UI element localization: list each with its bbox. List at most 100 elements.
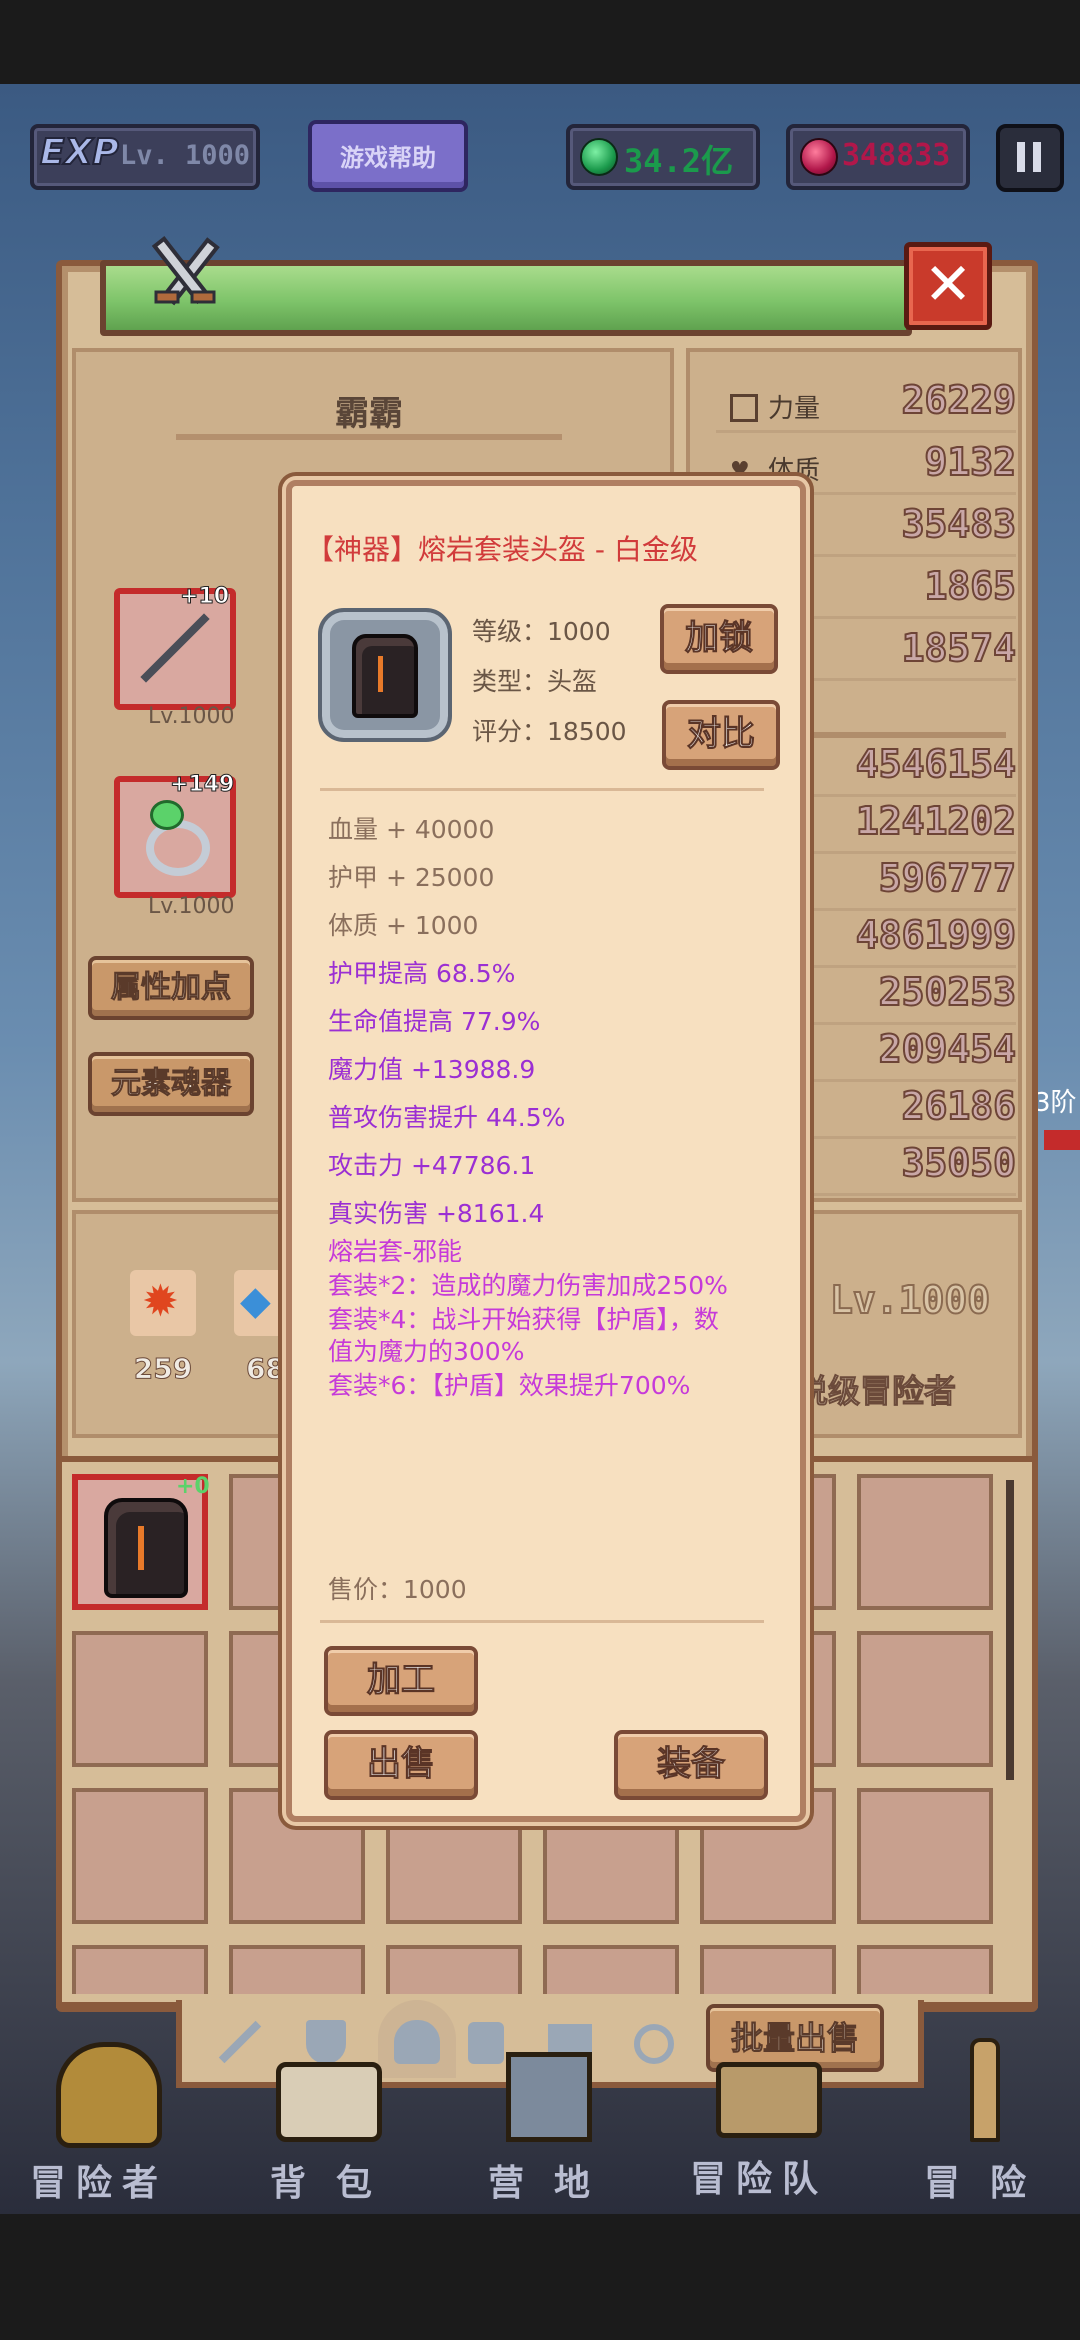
stat-value: 1241202 [855, 798, 1017, 844]
nav-team[interactable]: 冒险队 [680, 2032, 850, 2212]
inventory-slot[interactable] [72, 1788, 208, 1924]
gem-amount: 34.2亿 [624, 142, 734, 180]
ruby-icon [800, 138, 838, 176]
base-attr: 护甲 + 25000 [328, 863, 495, 892]
inventory-slot[interactable] [543, 1945, 679, 1994]
item-type: 类型：头盔 [472, 667, 598, 696]
sword-icon [140, 613, 210, 683]
bonus-attr: 真实伤害 +8161.4 [328, 1199, 545, 1228]
close-button[interactable]: ✕ [904, 242, 992, 330]
bottom-nav: 冒险者 背包 营地 冒险队 冒险 [0, 2002, 1080, 2214]
stat-value: 26229 [901, 377, 1017, 423]
weapon-level: Lv.1000 [148, 704, 235, 729]
set-bonus: 值为魔力的300% [328, 1337, 525, 1366]
close-icon: ✕ [923, 250, 973, 318]
ruby-amount: 348833 [842, 138, 951, 173]
fire-element-icon: ✹ [130, 1270, 196, 1336]
set-bonus: 套装*2：造成的魔力伤害加成250% [328, 1271, 728, 1300]
stat-row: 力量 26229 [716, 377, 1017, 433]
level-display: EXP Lv. 1000 [30, 124, 260, 190]
lock-button[interactable]: 加锁 [660, 604, 778, 674]
ring-icon [146, 820, 210, 876]
item-level: 等级：1000 [472, 617, 611, 646]
set-bonus: 套装*4：战斗开始获得【护盾】，数 [328, 1305, 719, 1334]
stat-value: 9132 [923, 439, 1017, 485]
side-tag: 3阶 [1034, 1088, 1077, 1118]
ring-badge: +149 [169, 772, 235, 798]
inventory-slot[interactable] [386, 1945, 522, 1994]
stat-value: 209454 [878, 1026, 1017, 1072]
process-button[interactable]: 加工 [324, 1646, 478, 1716]
item-price: 售价：1000 [328, 1575, 467, 1604]
item-title: 【神器】熔岩套装头盔 - 白金级 [306, 528, 786, 568]
exp-badge: EXP [39, 131, 120, 174]
ring-level: Lv.1000 [148, 894, 235, 919]
inventory-item-badge: +0 [176, 1474, 210, 1499]
inventory-slot[interactable] [72, 1631, 208, 1767]
emerald-icon [580, 138, 618, 176]
fire-icon: ✹ [142, 1276, 179, 1327]
item-icon-frame [318, 608, 452, 742]
gem-counter: 34.2亿 [566, 124, 760, 190]
stat-value: 4861999 [855, 912, 1017, 958]
base-attr: 血量 + 40000 [328, 815, 495, 844]
stat-value: 250253 [878, 969, 1017, 1015]
element-soul-button[interactable]: 元素魂器 [88, 1052, 254, 1116]
water-icon: ◆ [240, 1278, 271, 1324]
inventory-slot[interactable] [857, 1631, 993, 1767]
attribute-points-button[interactable]: 属性加点 [88, 956, 254, 1020]
help-button[interactable]: 游戏帮助 [308, 120, 468, 192]
inventory-slot[interactable] [857, 1788, 993, 1924]
inventory-slot[interactable] [857, 1474, 993, 1610]
inventory-slot[interactable] [229, 1945, 365, 1994]
nav-backpack[interactable]: 背包 [240, 2032, 410, 2212]
inventory-slot[interactable] [700, 1945, 836, 1994]
help-button-label: 游戏帮助 [340, 144, 436, 172]
nav-label: 冒险队 [690, 2159, 829, 2200]
bonus-attr: 攻击力 +47786.1 [328, 1151, 536, 1180]
stat-value: 4546154 [855, 741, 1017, 787]
rank-title: 说级冒险者 [795, 1372, 957, 1411]
nav-label: 营地 [488, 2163, 621, 2204]
status-bar [0, 0, 1080, 84]
fire-element-count: 259 [133, 1352, 193, 1386]
backpack-icon [276, 2062, 382, 2142]
set-name: 熔岩套-邪能 [328, 1237, 463, 1266]
inventory-slot[interactable] [72, 1945, 208, 1994]
compare-button[interactable]: 对比 [662, 700, 780, 770]
sell-button[interactable]: 出售 [324, 1730, 478, 1800]
level-text: Lv. 1000 [120, 140, 251, 171]
nav-label: 背包 [270, 2163, 403, 2204]
rank-level: Lv.1000 [829, 1277, 991, 1323]
inventory-slot[interactable] [857, 1945, 993, 1994]
item-name: 熔岩套装头盔 - 白金级 [418, 533, 698, 566]
ring-gem-icon [150, 800, 184, 830]
equip-button[interactable]: 装备 [614, 1730, 768, 1800]
stat-label: 力量 [768, 394, 821, 424]
team-icon [716, 2062, 822, 2138]
bonus-attr: 普攻伤害提升 44.5% [328, 1103, 566, 1132]
nav-label: 冒险 [924, 2163, 1057, 2204]
set-bonus: 套装*6：【护盾】效果提升700% [328, 1371, 691, 1400]
item-detail-popup: 【神器】熔岩套装头盔 - 白金级 等级：1000 类型：头盔 评分：18500 … [286, 480, 806, 1822]
side-red-bar [1044, 1130, 1080, 1150]
nav-adventure[interactable]: 冒险 [900, 2032, 1070, 2212]
stat-value: 26186 [901, 1083, 1017, 1129]
ruby-counter: 348833 [786, 124, 970, 190]
crossed-swords-icon [140, 232, 230, 322]
camp-icon [506, 2052, 592, 2142]
lava-crack [378, 656, 383, 692]
nav-camp[interactable]: 营地 [460, 2032, 630, 2212]
inventory-scrollbar[interactable] [1006, 1480, 1014, 1780]
water-element-count: 68 [246, 1352, 286, 1386]
popup-divider [320, 788, 764, 791]
system-nav-bar [0, 2214, 1080, 2340]
item-rarity: 【神器】 [306, 533, 419, 566]
nav-label: 冒险者 [30, 2163, 169, 2204]
pause-icon [1017, 142, 1025, 172]
stat-value: 18574 [901, 625, 1017, 671]
weapon-badge: +10 [179, 584, 230, 610]
character-name: 霸霸 [335, 394, 403, 434]
nav-adventurer[interactable]: 冒险者 [20, 2032, 190, 2212]
pause-button[interactable] [996, 124, 1064, 192]
